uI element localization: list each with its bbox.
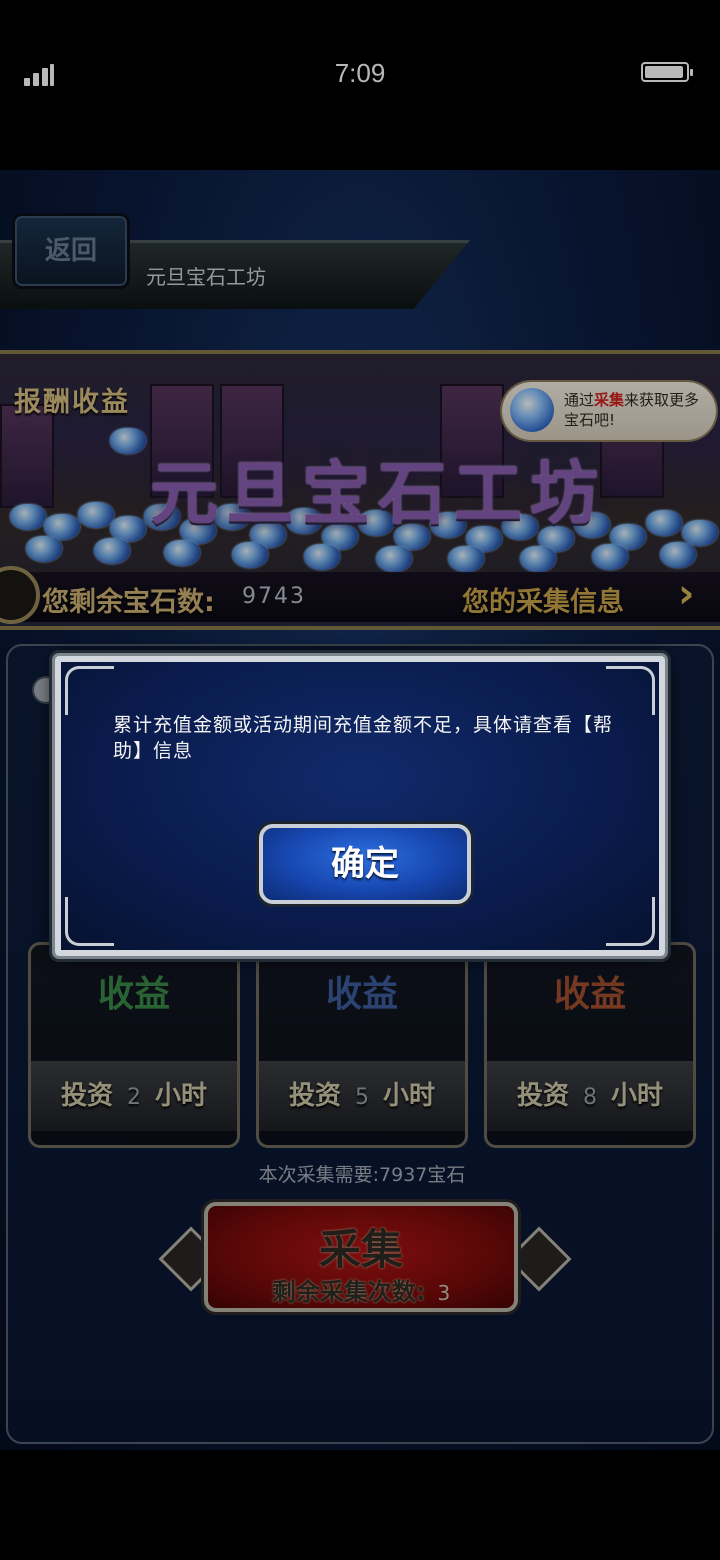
corner-ornament [606, 897, 655, 946]
confirm-button-label: 确定 [331, 844, 399, 884]
dialog-message: 累计充值金额或活动期间充值金额不足，具体请查看【帮助】信息 [113, 714, 614, 762]
corner-ornament [65, 666, 114, 715]
confirm-button[interactable]: 确定 [259, 824, 471, 904]
corner-ornament [65, 897, 114, 946]
corner-ornament [606, 666, 655, 715]
alert-dialog: 累计充值金额或活动期间充值金额不足，具体请查看【帮助】信息 确定 [55, 656, 665, 956]
